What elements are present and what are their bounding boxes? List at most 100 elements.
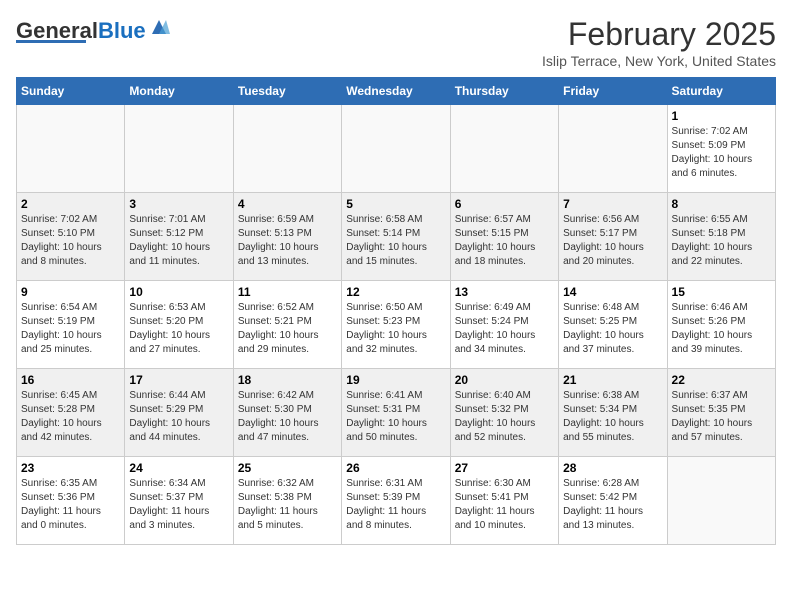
day-info: Sunrise: 6:42 AM Sunset: 5:30 PM Dayligh… <box>238 389 337 445</box>
day-number: 18 <box>238 373 337 387</box>
weekday-header-tuesday: Tuesday <box>233 78 341 105</box>
day-info: Sunrise: 6:34 AM Sunset: 5:37 PM Dayligh… <box>129 477 228 533</box>
calendar-cell: 21Sunrise: 6:38 AM Sunset: 5:34 PM Dayli… <box>559 369 667 457</box>
calendar-week-row: 16 Sunrise: 6:45 AM Sunset: 5:28 PM Dayli… <box>17 369 776 457</box>
calendar-cell <box>125 105 233 193</box>
calendar-cell <box>667 457 775 545</box>
calendar-cell <box>342 105 450 193</box>
calendar-cell <box>450 105 558 193</box>
calendar-cell: 22 Sunrise: 6:37 AM Sunset: 5:35 PM Dayli… <box>667 369 775 457</box>
day-info: Sunrise: 6:44 AM Sunset: 5:29 PM Dayligh… <box>129 389 228 445</box>
day-number: 9 <box>21 285 120 299</box>
day-number: 15 <box>672 285 771 299</box>
weekday-header-friday: Friday <box>559 78 667 105</box>
day-info: Sunrise: 6:46 AM Sunset: 5:26 PM Dayligh… <box>672 301 771 357</box>
weekday-header-thursday: Thursday <box>450 78 558 105</box>
day-info: Sunrise: 6:57 AM Sunset: 5:15 PM Dayligh… <box>455 213 554 269</box>
day-info: Sunrise: 6:55 AM Sunset: 5:18 PM Dayligh… <box>672 213 771 269</box>
month-title: February 2025 <box>542 16 776 53</box>
day-number: 20 <box>455 373 554 387</box>
calendar-cell: 17 Sunrise: 6:44 AM Sunset: 5:29 PM Dayli… <box>125 369 233 457</box>
calendar-cell: 7 Sunrise: 6:56 AM Sunset: 5:17 PM Daylig… <box>559 193 667 281</box>
calendar-cell: 14 Sunrise: 6:48 AM Sunset: 5:25 PM Dayli… <box>559 281 667 369</box>
calendar-cell: 1 Sunrise: 7:02 AM Sunset: 5:09 PM Daylig… <box>667 105 775 193</box>
day-number: 1 <box>672 109 771 123</box>
calendar-cell: 23 Sunrise: 6:35 AM Sunset: 5:36 PM Dayli… <box>17 457 125 545</box>
day-number: 23 <box>21 461 120 475</box>
day-number: 19 <box>346 373 445 387</box>
calendar-cell: 3 Sunrise: 7:01 AM Sunset: 5:12 PM Daylig… <box>125 193 233 281</box>
calendar-cell: 8 Sunrise: 6:55 AM Sunset: 5:18 PM Daylig… <box>667 193 775 281</box>
day-number: 28 <box>563 461 662 475</box>
logo-blue-text: Blue <box>98 18 146 43</box>
day-info: Sunrise: 6:35 AM Sunset: 5:36 PM Dayligh… <box>21 477 120 533</box>
calendar-cell: 10 Sunrise: 6:53 AM Sunset: 5:20 PM Dayli… <box>125 281 233 369</box>
day-number: 10 <box>129 285 228 299</box>
logo-icon <box>148 16 170 38</box>
day-number: 26 <box>346 461 445 475</box>
day-info: Sunrise: 7:02 AM Sunset: 5:10 PM Dayligh… <box>21 213 120 269</box>
calendar-cell: 16 Sunrise: 6:45 AM Sunset: 5:28 PM Dayli… <box>17 369 125 457</box>
day-info: Sunrise: 6:28 AM Sunset: 5:42 PM Dayligh… <box>563 477 662 533</box>
day-number: 25 <box>238 461 337 475</box>
day-number: 22 <box>672 373 771 387</box>
weekday-header-wednesday: Wednesday <box>342 78 450 105</box>
weekday-header-saturday: Saturday <box>667 78 775 105</box>
day-info: Sunrise: 6:32 AM Sunset: 5:38 PM Dayligh… <box>238 477 337 533</box>
day-info: Sunrise: 7:01 AM Sunset: 5:12 PM Dayligh… <box>129 213 228 269</box>
calendar-cell: 26 Sunrise: 6:31 AM Sunset: 5:39 PM Dayli… <box>342 457 450 545</box>
page-header: GeneralBlue February 2025 Islip Terrace,… <box>16 16 776 69</box>
calendar-cell: 25 Sunrise: 6:32 AM Sunset: 5:38 PM Dayli… <box>233 457 341 545</box>
location-subtitle: Islip Terrace, New York, United States <box>542 53 776 69</box>
day-info: Sunrise: 6:50 AM Sunset: 5:23 PM Dayligh… <box>346 301 445 357</box>
day-number: 4 <box>238 197 337 211</box>
calendar-cell: 12 Sunrise: 6:50 AM Sunset: 5:23 PM Dayli… <box>342 281 450 369</box>
calendar-cell: 20 Sunrise: 6:40 AM Sunset: 5:32 PM Dayli… <box>450 369 558 457</box>
logo: GeneralBlue <box>16 16 170 43</box>
day-number: 12 <box>346 285 445 299</box>
day-info: Sunrise: 6:31 AM Sunset: 5:39 PM Dayligh… <box>346 477 445 533</box>
day-number: 13 <box>455 285 554 299</box>
day-number: 11 <box>238 285 337 299</box>
day-info: Sunrise: 6:58 AM Sunset: 5:14 PM Dayligh… <box>346 213 445 269</box>
calendar-week-row: 23 Sunrise: 6:35 AM Sunset: 5:36 PM Dayli… <box>17 457 776 545</box>
calendar-cell: 19 Sunrise: 6:41 AM Sunset: 5:31 PM Dayli… <box>342 369 450 457</box>
day-info: Sunrise: 6:41 AM Sunset: 5:31 PM Dayligh… <box>346 389 445 445</box>
day-number: 27 <box>455 461 554 475</box>
calendar-cell: 9Sunrise: 6:54 AM Sunset: 5:19 PM Daylig… <box>17 281 125 369</box>
calendar-cell: 28 Sunrise: 6:28 AM Sunset: 5:42 PM Dayli… <box>559 457 667 545</box>
day-info: Sunrise: 6:30 AM Sunset: 5:41 PM Dayligh… <box>455 477 554 533</box>
day-info: Sunrise: 6:37 AM Sunset: 5:35 PM Dayligh… <box>672 389 771 445</box>
day-number: 5 <box>346 197 445 211</box>
day-info: Sunrise: 6:45 AM Sunset: 5:28 PM Dayligh… <box>21 389 120 445</box>
day-info: Sunrise: 6:48 AM Sunset: 5:25 PM Dayligh… <box>563 301 662 357</box>
calendar-cell: 2 Sunrise: 7:02 AM Sunset: 5:10 PM Daylig… <box>17 193 125 281</box>
day-info: Sunrise: 6:59 AM Sunset: 5:13 PM Dayligh… <box>238 213 337 269</box>
calendar-cell: 18 Sunrise: 6:42 AM Sunset: 5:30 PM Dayli… <box>233 369 341 457</box>
day-info: Sunrise: 6:56 AM Sunset: 5:17 PM Dayligh… <box>563 213 662 269</box>
day-number: 6 <box>455 197 554 211</box>
calendar-table: SundayMondayTuesdayWednesdayThursdayFrid… <box>16 77 776 545</box>
day-number: 16 <box>21 373 120 387</box>
calendar-cell <box>559 105 667 193</box>
day-number: 14 <box>563 285 662 299</box>
calendar-cell: 24Sunrise: 6:34 AM Sunset: 5:37 PM Dayli… <box>125 457 233 545</box>
calendar-week-row: 9Sunrise: 6:54 AM Sunset: 5:19 PM Daylig… <box>17 281 776 369</box>
day-number: 7 <box>563 197 662 211</box>
calendar-cell <box>233 105 341 193</box>
day-info: Sunrise: 7:02 AM Sunset: 5:09 PM Dayligh… <box>672 125 771 181</box>
calendar-week-row: 1 Sunrise: 7:02 AM Sunset: 5:09 PM Daylig… <box>17 105 776 193</box>
weekday-header-row: SundayMondayTuesdayWednesdayThursdayFrid… <box>17 78 776 105</box>
day-number: 2 <box>21 197 120 211</box>
day-number: 3 <box>129 197 228 211</box>
calendar-cell: 15 Sunrise: 6:46 AM Sunset: 5:26 PM Dayli… <box>667 281 775 369</box>
day-info: Sunrise: 6:40 AM Sunset: 5:32 PM Dayligh… <box>455 389 554 445</box>
calendar-cell: 6 Sunrise: 6:57 AM Sunset: 5:15 PM Daylig… <box>450 193 558 281</box>
title-area: February 2025 Islip Terrace, New York, U… <box>542 16 776 69</box>
calendar-cell: 11Sunrise: 6:52 AM Sunset: 5:21 PM Dayli… <box>233 281 341 369</box>
day-number: 8 <box>672 197 771 211</box>
day-info: Sunrise: 6:53 AM Sunset: 5:20 PM Dayligh… <box>129 301 228 357</box>
calendar-cell: 27 Sunrise: 6:30 AM Sunset: 5:41 PM Dayli… <box>450 457 558 545</box>
day-number: 17 <box>129 373 228 387</box>
weekday-header-sunday: Sunday <box>17 78 125 105</box>
